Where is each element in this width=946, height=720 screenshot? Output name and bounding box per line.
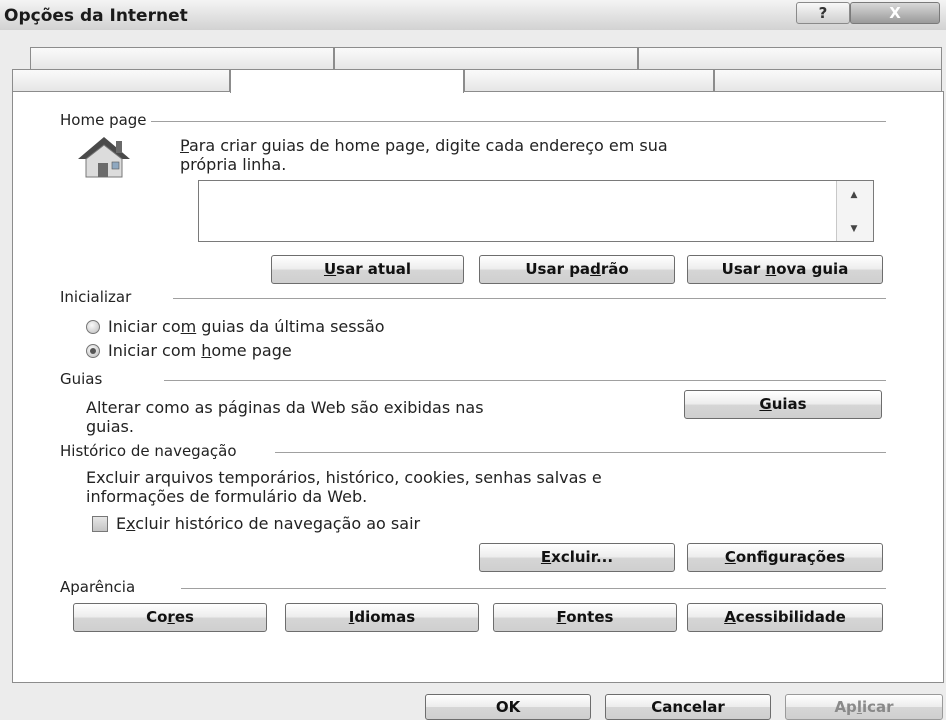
tab-row2-1[interactable] [12, 69, 230, 91]
startup-last-session-label[interactable]: Iniciar com guias da última sessão [108, 317, 385, 336]
help-button[interactable]: ? [796, 2, 850, 24]
scroll-up-icon[interactable]: ▲ [845, 188, 863, 202]
tab-row1-3[interactable] [638, 47, 942, 69]
tabs-separator [60, 380, 886, 381]
tab-row1-2[interactable] [334, 47, 638, 69]
tab-row2-3[interactable] [714, 69, 942, 91]
scroll-down-icon[interactable]: ▼ [845, 222, 863, 236]
apply-button[interactable]: Aplicar [785, 694, 943, 720]
history-settings-button[interactable]: Configurações [687, 543, 883, 572]
history-description: Excluir arquivos temporários, histórico,… [86, 468, 602, 506]
delete-history-button[interactable]: Excluir... [479, 543, 675, 572]
use-current-button[interactable]: Usar atual [271, 255, 464, 284]
startup-home-page-radio[interactable] [86, 344, 100, 358]
startup-home-page-label[interactable]: Iniciar com home page [108, 341, 292, 360]
startup-separator [60, 298, 886, 299]
colors-button[interactable]: Cores [73, 603, 267, 632]
tabs-section-label: Guias [60, 370, 165, 388]
appearance-separator [60, 588, 886, 589]
delete-history-on-exit-label[interactable]: Excluir histórico de navegação ao sair [116, 514, 420, 533]
delete-history-on-exit-checkbox[interactable] [92, 516, 108, 532]
startup-section-label: Inicializar [60, 288, 174, 306]
use-default-button[interactable]: Usar padrão [479, 255, 675, 284]
fonts-button[interactable]: Fontes [493, 603, 677, 632]
tab-row2-2[interactable] [464, 69, 714, 91]
appearance-section-label: Aparência [60, 578, 182, 596]
startup-last-session-radio[interactable] [86, 320, 100, 334]
close-icon: X [889, 4, 901, 22]
help-icon: ? [818, 4, 828, 22]
tabs-settings-button[interactable]: Guias [684, 390, 882, 419]
cancel-button[interactable]: Cancelar [605, 694, 771, 720]
title-bar: Opções da Internet ? X [0, 0, 946, 31]
tab-general[interactable] [230, 69, 464, 93]
history-section-label: Histórico de navegação [60, 442, 275, 460]
tab-row1-1[interactable] [30, 47, 334, 69]
window-title: Opções da Internet [4, 6, 188, 26]
close-button[interactable]: X [850, 2, 940, 24]
ok-button[interactable]: OK [425, 694, 591, 720]
house-icon [78, 137, 130, 178]
home-page-urls-textarea[interactable] [198, 180, 874, 242]
accessibility-button[interactable]: Acessibilidade [687, 603, 883, 632]
use-new-tab-button[interactable]: Usar nova guia [687, 255, 883, 284]
languages-button[interactable]: Idiomas [285, 603, 479, 632]
home-page-section-label: Home page [60, 111, 151, 129]
home-page-separator [60, 121, 886, 122]
tabs-description: Alterar como as páginas da Web são exibi… [86, 398, 484, 436]
home-page-description: Para criar guias de home page, digite ca… [180, 136, 668, 174]
